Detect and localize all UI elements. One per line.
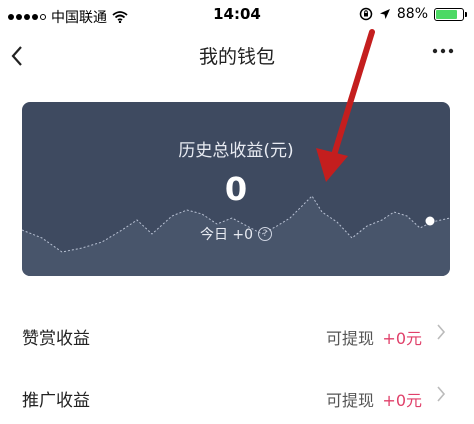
- location-icon: [379, 9, 390, 19]
- status-bar: 中国联通 14:04 88%: [0, 0, 474, 32]
- earnings-card[interactable]: 历史总收益(元) 0 今日 +0 ?: [22, 102, 450, 276]
- chevron-right-icon: [436, 322, 446, 346]
- status-right: 88%: [359, 6, 467, 22]
- row-appreciation-income[interactable]: 赞赏收益 可提现 +0元: [0, 308, 474, 362]
- more-horizontal-icon: [432, 48, 454, 54]
- question-circle-icon[interactable]: ?: [258, 227, 273, 241]
- card-title: 历史总收益(元): [178, 141, 294, 161]
- rotation-lock-icon: [359, 7, 373, 21]
- row-label: 推广收益: [22, 391, 90, 411]
- more-button[interactable]: [432, 36, 454, 72]
- row-label: 赞赏收益: [22, 329, 90, 349]
- row-status: 可提现: [325, 391, 374, 410]
- row-amount: +0元: [382, 329, 422, 348]
- nav-bar: 我的钱包: [0, 32, 474, 78]
- today-earnings: 今日 +0 ?: [22, 224, 450, 244]
- battery-percent: 88%: [396, 6, 428, 22]
- battery-icon: [434, 7, 467, 21]
- row-promotion-income[interactable]: 推广收益 可提现 +0元: [0, 370, 474, 424]
- chevron-right-icon: [436, 384, 446, 408]
- page-title: 我的钱包: [198, 46, 275, 68]
- row-amount: +0元: [382, 391, 422, 410]
- row-status: 可提现: [325, 329, 374, 348]
- today-earnings-text: 今日 +0: [199, 227, 254, 243]
- total-earnings: 0: [224, 170, 248, 208]
